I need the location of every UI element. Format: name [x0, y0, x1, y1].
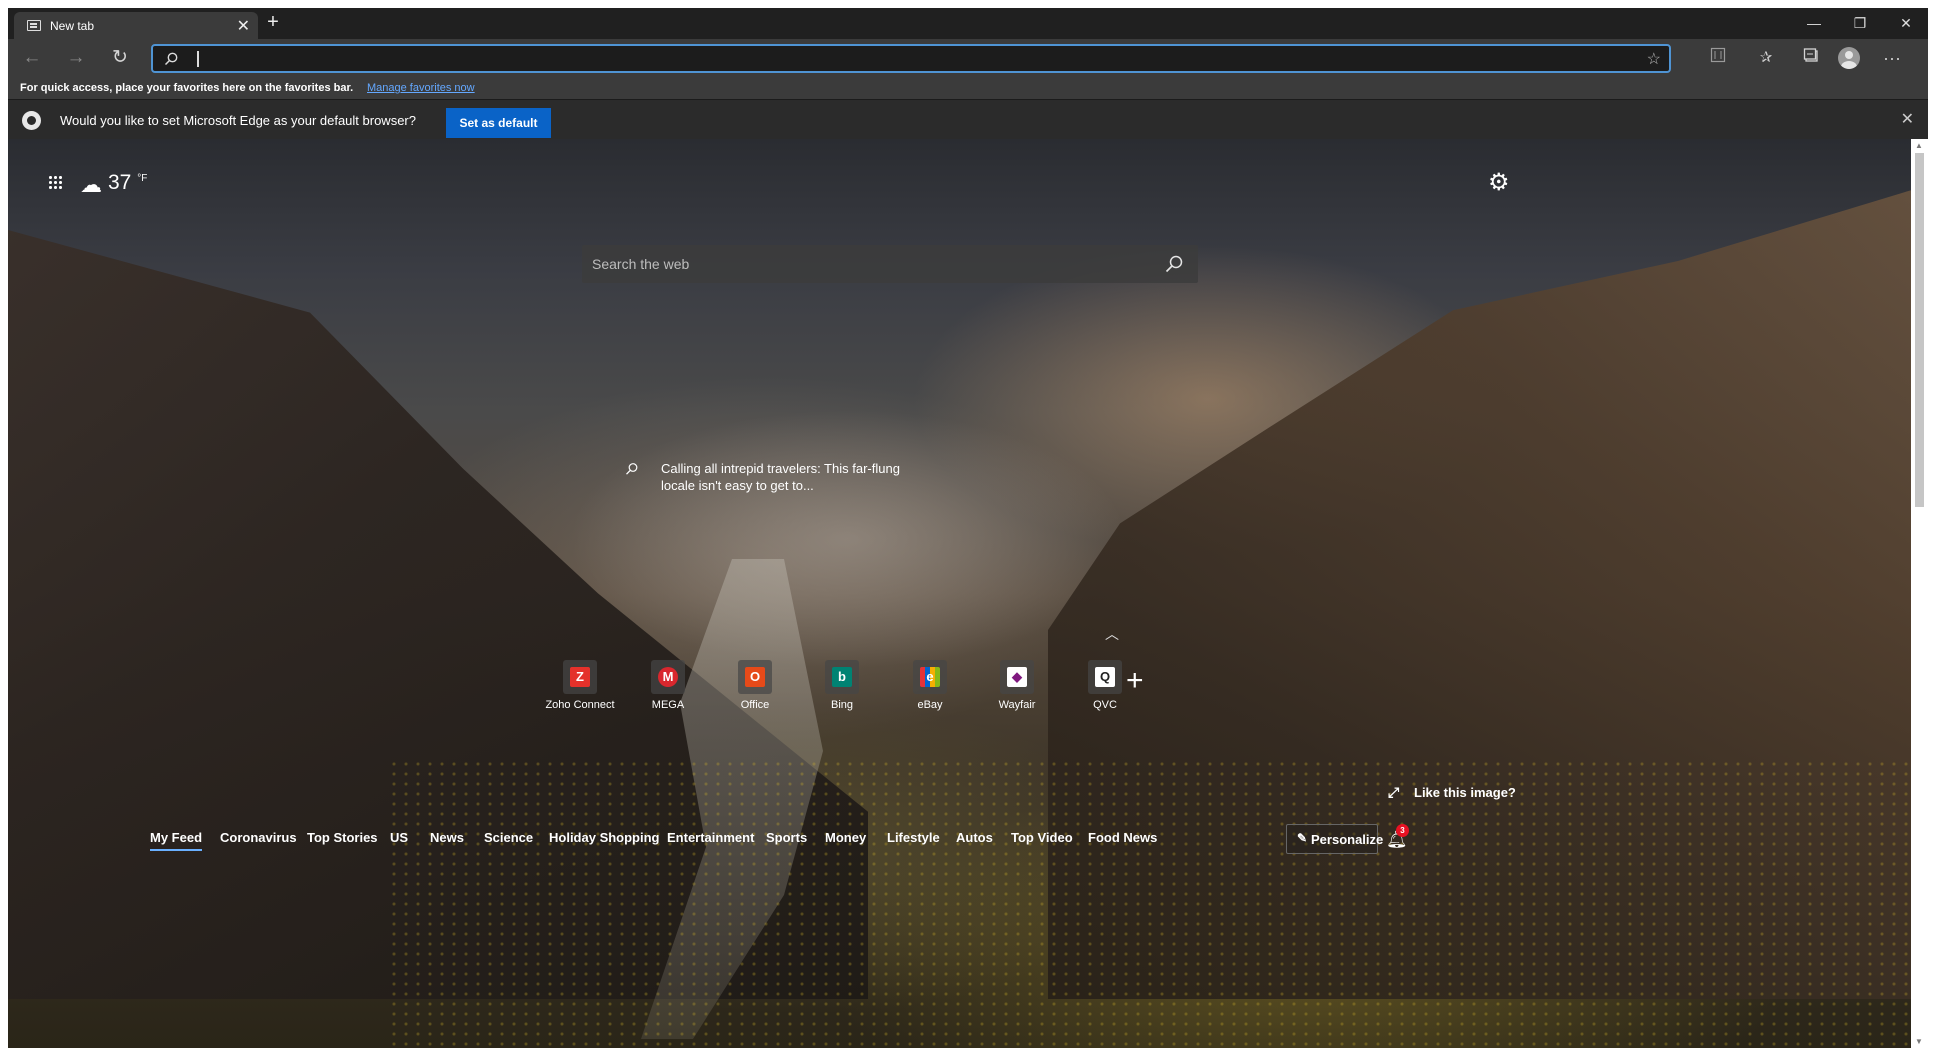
app-launcher-icon[interactable] [48, 175, 62, 189]
tab-new-tab[interactable]: New tab ✕ [14, 12, 258, 39]
tab-strip: New tab ✕ + — ❐ ✕ [8, 8, 1928, 39]
close-window-button[interactable]: ✕ [1884, 10, 1928, 36]
feed-tab-autos[interactable]: Autos [956, 830, 993, 845]
mega-icon: M [651, 660, 685, 694]
manage-favorites-link[interactable]: Manage favorites now [367, 82, 475, 94]
tab-close-icon[interactable]: ✕ [237, 16, 250, 36]
top-site-wayfair[interactable]: ◆ Wayfair [977, 660, 1057, 711]
tab-title: New tab [50, 19, 95, 33]
qvc-icon: Q [1088, 660, 1122, 694]
favorites-bar: For quick access, place your favorites h… [8, 77, 1928, 99]
top-site-label: eBay [917, 699, 943, 711]
background-image [568, 409, 1128, 669]
chevron-up-icon[interactable]: ︿ [1105, 624, 1119, 644]
personalize-button[interactable]: ✎ Personalize [1286, 824, 1383, 854]
new-tab-button[interactable]: + [261, 11, 285, 34]
office-icon: O [738, 660, 772, 694]
page-scrollbar[interactable]: ▲ ▼ [1911, 139, 1928, 1048]
top-site-bing[interactable]: b Bing [802, 660, 882, 711]
feed-tab-holiday-shopping[interactable]: Holiday Shopping [549, 830, 660, 845]
like-image-label: Like this image? [1414, 785, 1516, 800]
expand-icon: ⤢ [1388, 784, 1400, 800]
top-site-zoho-connect[interactable]: Z Zoho Connect [540, 660, 620, 711]
feed-tab-top-video[interactable]: Top Video [1011, 830, 1073, 845]
scroll-down-icon[interactable]: ▼ [1915, 1037, 1923, 1046]
new-tab-page: ☁ 37 °F ⚙ Calling all intrepid travelers… [8, 139, 1911, 1048]
temperature: 37 °F [108, 171, 148, 194]
feed-tab-entertainment[interactable]: Entertainment [667, 830, 754, 845]
feed-tab-top-stories[interactable]: Top Stories [307, 830, 378, 845]
top-site-label: QVC [1093, 699, 1117, 711]
feed-tab-my-feed[interactable]: My Feed [150, 830, 203, 851]
refresh-icon[interactable]: ↻ [108, 47, 132, 69]
feed-tab-lifestyle[interactable]: Lifestyle [887, 830, 940, 845]
back-icon[interactable]: ← [20, 47, 44, 69]
top-site-label: Wayfair [998, 699, 1036, 711]
set-as-default-button[interactable]: Set as default [446, 108, 551, 138]
toolbar: ← → ↻ ☆ ✰ ··· [8, 39, 1928, 77]
newtab-page-icon [27, 20, 41, 31]
browser-window: New tab ✕ + — ❐ ✕ ← → ↻ ☆ ✰ ··· For quic… [8, 8, 1928, 1048]
profile-icon[interactable] [1838, 47, 1860, 69]
restore-button[interactable]: ❐ [1838, 10, 1882, 36]
add-site-icon[interactable]: + [1126, 664, 1144, 698]
notification-badge: 3 [1396, 824, 1409, 837]
web-search-input[interactable] [592, 254, 1132, 274]
notifications-bell-icon[interactable]: 🔔︎ 3 [1386, 824, 1409, 850]
collections-icon[interactable] [1799, 47, 1823, 69]
feed-tab-sports[interactable]: Sports [766, 830, 807, 845]
minimize-button[interactable]: — [1792, 10, 1836, 36]
feed-tab-food-news[interactable]: Food News [1088, 830, 1157, 845]
background-flowers [388, 759, 1908, 1048]
pencil-icon: ✎ [1297, 831, 1308, 845]
more-icon[interactable]: ··· [1880, 47, 1904, 69]
top-site-label: Zoho Connect [545, 699, 615, 711]
cloud-icon: ☁ [80, 172, 102, 197]
default-browser-infobar: Would you like to set Microsoft Edge as … [8, 99, 1928, 139]
scrollbar-thumb[interactable] [1915, 153, 1924, 507]
ebay-icon: e [913, 660, 947, 694]
top-site-ebay[interactable]: e eBay [890, 660, 970, 711]
feed-tab-money[interactable]: Money [825, 830, 866, 845]
feed-tab-us[interactable]: US [390, 830, 408, 845]
top-site-mega[interactable]: M MEGA [628, 660, 708, 711]
search-icon [625, 462, 639, 480]
favorites-icon[interactable]: ✰ [1754, 47, 1778, 69]
favorite-star-icon[interactable]: ☆ [1647, 49, 1661, 69]
bing-icon: b [825, 660, 859, 694]
search-icon [163, 51, 179, 72]
feed-tab-science[interactable]: Science [484, 830, 533, 845]
immersive-reader-icon[interactable] [1706, 47, 1730, 69]
forward-icon[interactable]: → [64, 47, 88, 69]
feed-tab-coronavirus[interactable]: Coronavirus [220, 830, 297, 845]
top-site-label: Office [740, 699, 770, 711]
feed-navigation: My Feed Coronavirus Top Stories US News … [8, 824, 1911, 858]
infobar-close-icon[interactable]: ✕ [1901, 109, 1914, 129]
edge-logo-icon [22, 111, 41, 130]
top-site-label: MEGA [651, 699, 685, 711]
zoho-icon: Z [563, 660, 597, 694]
personalize-label: Personalize [1311, 832, 1384, 847]
address-input[interactable] [199, 48, 1599, 69]
settings-gear-icon[interactable]: ⚙ [1488, 168, 1510, 197]
search-icon[interactable] [1164, 254, 1184, 279]
top-site-office[interactable]: O Office [715, 660, 795, 711]
wayfair-icon: ◆ [1000, 660, 1034, 694]
infobar-message: Would you like to set Microsoft Edge as … [60, 113, 416, 128]
feed-tab-news[interactable]: News [430, 830, 464, 845]
address-bar[interactable]: ☆ [151, 44, 1671, 73]
web-search-box[interactable] [582, 245, 1198, 283]
top-site-label: Bing [830, 699, 854, 711]
image-caption: Calling all intrepid travelers: This far… [661, 461, 900, 493]
scroll-up-icon[interactable]: ▲ [1915, 141, 1923, 150]
favorites-bar-message: For quick access, place your favorites h… [20, 82, 354, 94]
